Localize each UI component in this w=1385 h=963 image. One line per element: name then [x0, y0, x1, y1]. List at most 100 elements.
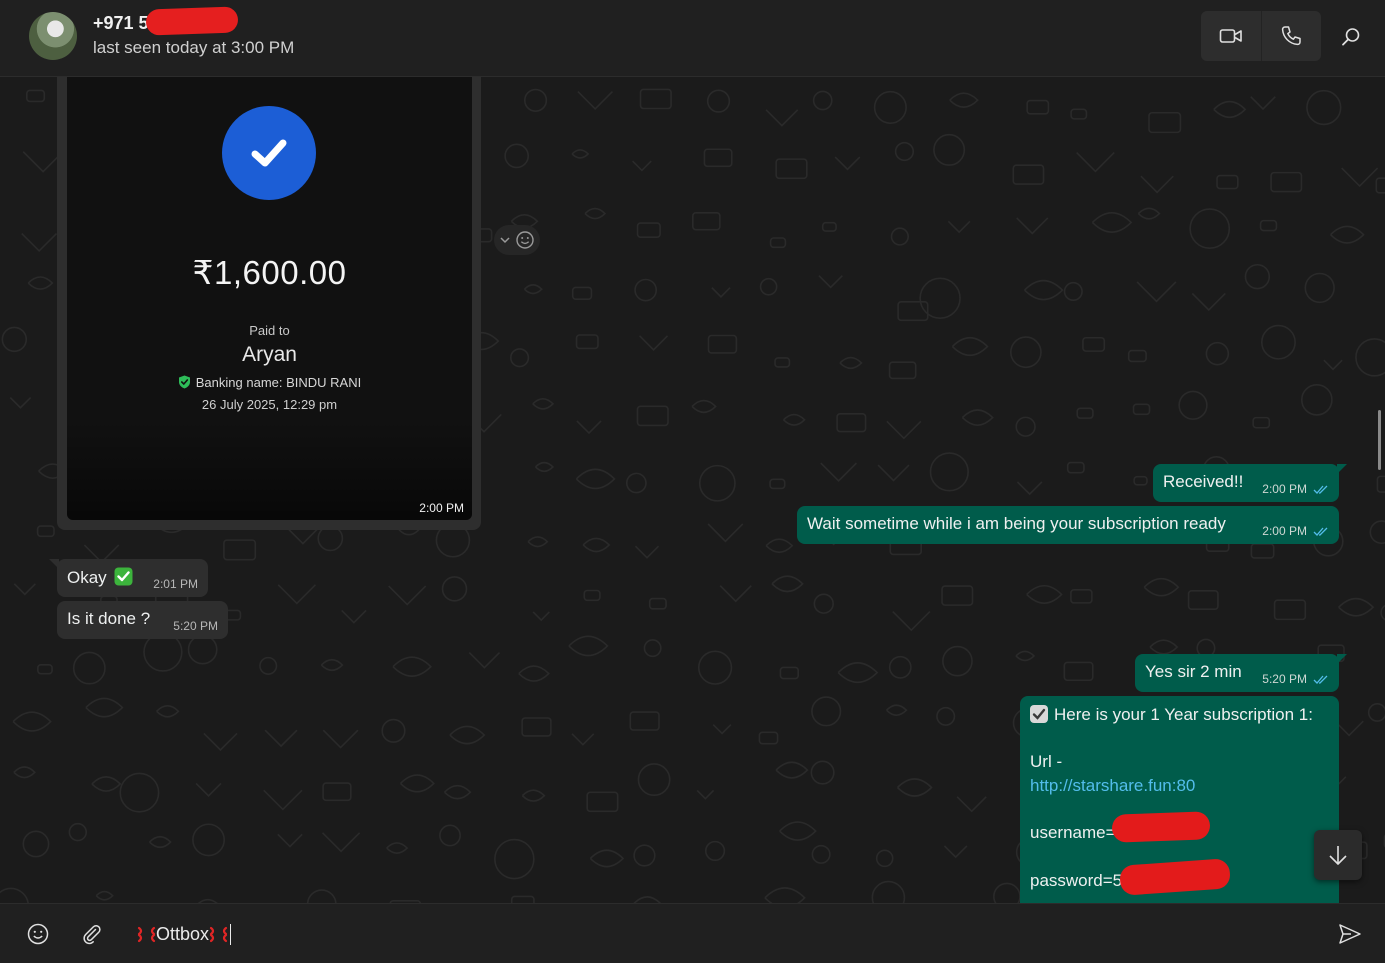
wallpaper-doodle [629, 711, 660, 731]
chat-area[interactable]: ₹1,600.00 Paid to Aryan Banking name: BI… [0, 77, 1385, 903]
wallpaper-doodle [510, 348, 530, 368]
outgoing-message[interactable]: Received!! 2:00 PM [1153, 464, 1347, 502]
message-text: Okay [67, 567, 133, 588]
wallpaper-doodle [890, 227, 910, 246]
wallpaper-doodle [707, 334, 738, 354]
wallpaper-doodle [441, 576, 468, 602]
wallpaper-doodle [839, 356, 863, 370]
wallpaper-doodle [873, 90, 907, 124]
wallpaper-doodle [1355, 338, 1385, 377]
wallpaper-doodle [1133, 475, 1148, 486]
wallpaper-doodle [195, 782, 222, 797]
read-receipt-icon [1313, 485, 1328, 494]
payment-screenshot[interactable]: ₹1,600.00 Paid to Aryan Banking name: BI… [67, 77, 472, 520]
incoming-message[interactable]: Is it done ? 5:20 PM [57, 601, 228, 639]
wallpaper-doodle [764, 887, 806, 903]
wallpaper-doodle [820, 462, 857, 482]
video-call-button[interactable] [1201, 11, 1261, 61]
wallpaper-doodle [643, 639, 662, 658]
wallpaper-doodle [322, 729, 359, 749]
wallpaper-doodle [571, 733, 595, 746]
wallpaper-doodle [320, 658, 344, 672]
wallpaper-doodle [1070, 588, 1093, 604]
message-text: Yes sir 2 min [1145, 662, 1242, 681]
wallpaper-doodle [1091, 211, 1133, 233]
wallpaper-doodle [648, 597, 667, 610]
wallpaper-doodle [1066, 461, 1085, 474]
wallpaper-doodle [119, 772, 160, 813]
wallpaper-doodle [1380, 604, 1385, 621]
wallpaper-doodle [277, 584, 316, 605]
chevron-down-icon [500, 237, 510, 244]
wallpaper-doodle [1132, 403, 1151, 416]
chat-scrollbar[interactable] [1378, 410, 1381, 470]
wallpaper-doodle [1216, 174, 1239, 190]
wallpaper-doodle [821, 221, 837, 232]
wallpaper-doodle [192, 823, 226, 857]
wallpaper-doodle [837, 662, 879, 684]
wallpaper-doodle [1338, 597, 1375, 617]
wallpaper-doodle [936, 706, 956, 726]
wallpaper-doodle [583, 589, 601, 602]
image-shade [67, 420, 472, 520]
message-meta: 2:00 PM [1262, 482, 1329, 496]
wallpaper-doodle [13, 766, 36, 779]
wallpaper-doodle [68, 822, 88, 842]
wallpaper-doodle [871, 880, 906, 903]
wallpaper-doodle [22, 830, 50, 858]
attach-button[interactable] [79, 921, 105, 947]
wallpaper-doodle [386, 842, 409, 854]
message-time: 2:00 PM [1262, 524, 1307, 538]
wallpaper-doodle [782, 413, 806, 426]
wallpaper-doodle [886, 704, 908, 716]
wallpaper-doodle [1140, 175, 1174, 194]
send-icon [1339, 924, 1361, 944]
message-text: Received!! [1163, 472, 1244, 491]
wallpaper-doodle [1063, 661, 1094, 682]
wallpaper-doodle [1323, 359, 1343, 371]
emoji-button[interactable] [25, 921, 51, 947]
wallpaper-doodle [771, 575, 804, 593]
wallpaper-doodle [1149, 639, 1179, 655]
send-button[interactable] [1337, 921, 1363, 947]
wallpaper-doodle [1341, 167, 1379, 188]
wallpaper-doodle [933, 133, 966, 166]
outgoing-message[interactable]: Here is your 1 Year subscription 1: Url … [1020, 696, 1339, 903]
verified-shield-icon [178, 375, 190, 389]
wallpaper-doodle [892, 611, 931, 632]
subscription-heading: Here is your 1 Year subscription 1: [1030, 705, 1313, 725]
outgoing-message[interactable]: Wait sometime while i am being your subs… [797, 506, 1339, 544]
voice-call-icon [1282, 26, 1301, 46]
wallpaper-doodle [697, 650, 733, 685]
incoming-message[interactable]: Okay 2:01 PM [49, 559, 208, 597]
wallpaper-doodle [388, 585, 427, 606]
wallpaper-doodle [888, 361, 917, 380]
wallpaper-doodle [1063, 281, 1083, 302]
last-seen-status: last seen today at 3:00 PM [93, 38, 295, 57]
wallpaper-doodle [399, 774, 435, 793]
search-button[interactable] [1338, 24, 1364, 50]
contact-avatar[interactable] [29, 12, 77, 60]
wallpaper-doodle [575, 468, 616, 490]
read-receipt-icon [1313, 527, 1328, 536]
wallpaper-doodle [148, 835, 172, 849]
message-options-button[interactable] [494, 225, 540, 255]
wallpaper-doodle [956, 796, 987, 813]
message-time: 2:01 PM [153, 577, 198, 591]
subscription-url-link[interactable]: http://starshare.fun:80 [1030, 776, 1195, 795]
wallpaper-doodle [523, 88, 548, 112]
voice-call-button[interactable] [1260, 11, 1322, 61]
url-link-line: http://starshare.fun:80 [1030, 776, 1195, 796]
redaction-mark [145, 6, 239, 36]
anger-symbol-emoji-icon [137, 926, 156, 943]
wallpaper-doodle [85, 697, 124, 718]
wallpaper-doodle [1026, 99, 1050, 115]
scroll-to-bottom-button[interactable] [1314, 830, 1362, 880]
message-input[interactable]: Ottbox [137, 924, 232, 945]
wallpaper-doodle [571, 149, 590, 159]
wallpaper-doodle [1250, 96, 1276, 111]
wallpaper-doodle [1016, 481, 1043, 496]
video-call-icon [1219, 29, 1242, 43]
wallpaper-doodle [779, 821, 817, 841]
outgoing-message[interactable]: Yes sir 2 min 5:20 PM [1135, 654, 1347, 692]
